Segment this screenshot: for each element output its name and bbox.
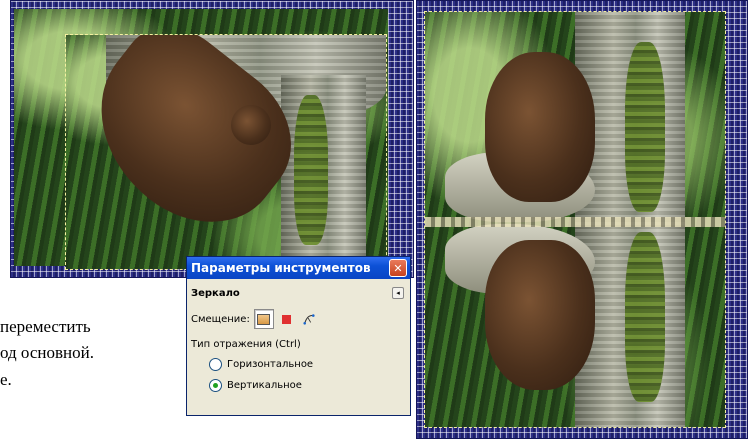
- page-text-line-1: переместить: [0, 317, 91, 336]
- horizontal-radio[interactable]: [209, 358, 222, 371]
- close-icon[interactable]: ✕: [389, 259, 407, 277]
- tool-name: Зеркало: [191, 287, 240, 299]
- vertical-radio[interactable]: [209, 379, 222, 392]
- offset-row: Смещение:: [187, 299, 410, 329]
- bear-paw: [231, 105, 271, 145]
- page-text-line-2: од основной.: [0, 343, 94, 362]
- tool-name-row: Зеркало ◂: [187, 279, 410, 299]
- reflection-type-label: Тип отражения (Ctrl): [191, 339, 301, 350]
- collapse-arrow-icon[interactable]: ◂: [392, 287, 404, 299]
- layer-mode-button[interactable]: [253, 309, 274, 329]
- mirror-axis: [425, 217, 725, 227]
- dialog-titlebar[interactable]: Параметры инструментов ✕: [187, 257, 410, 279]
- moss-upper: [625, 42, 665, 212]
- horizontal-label: Горизонтальное: [227, 359, 314, 370]
- moss-lower: [625, 232, 665, 402]
- selection-mode-button[interactable]: [278, 310, 296, 328]
- layer-icon: [257, 313, 271, 325]
- offset-label: Смещение:: [191, 313, 250, 325]
- dialog-title: Параметры инструментов: [191, 261, 371, 275]
- path-mode-button[interactable]: [300, 310, 318, 328]
- selection-icon: [282, 314, 292, 324]
- path-icon: [303, 314, 315, 325]
- right-image-mirrored[interactable]: [424, 11, 726, 428]
- left-image-rotated-layer[interactable]: [65, 34, 387, 270]
- moss-patch: [294, 95, 328, 245]
- horizontal-option[interactable]: Горизонтальное: [187, 350, 410, 371]
- tool-options-dialog: Параметры инструментов ✕ Зеркало ◂ Смеще…: [186, 256, 411, 416]
- vertical-option[interactable]: Вертикальное: [187, 371, 410, 392]
- bear-upper: [485, 52, 595, 202]
- bear-lower-reflection: [485, 240, 595, 390]
- vertical-label: Вертикальное: [227, 380, 302, 391]
- page-text-line-3: е.: [0, 370, 12, 389]
